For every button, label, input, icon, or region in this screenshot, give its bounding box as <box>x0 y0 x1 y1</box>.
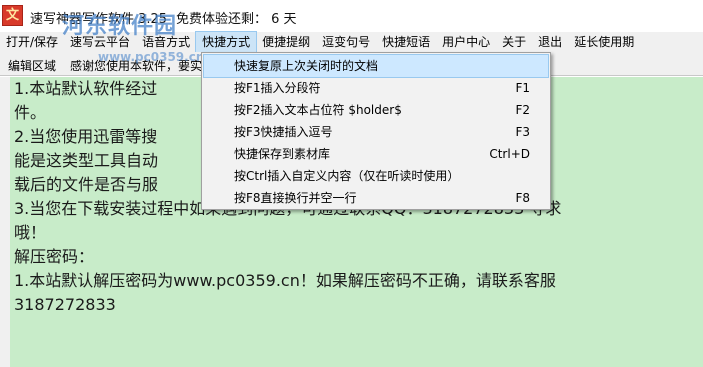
menu-user-center[interactable]: 用户中心 <box>436 32 496 52</box>
menuitem-restore-last-document[interactable]: 快速复原上次关闭时的文档 <box>203 54 549 78</box>
menu-about[interactable]: 关于 <box>496 32 532 52</box>
menuitem-insert-comma-f3[interactable]: 按F3快捷插入逗号 F3 <box>202 121 550 143</box>
menu-comma-to-period[interactable]: 逗变句号 <box>316 32 376 52</box>
shortcuts-dropdown-menu: 快速复原上次关闭时的文档 按F1插入分段符 F1 按F2插入文本占位符 $hol… <box>201 52 551 210</box>
editor-line: 3187272833 <box>14 295 116 314</box>
editor-line: 1.本站默认解压密码为www.pc0359.cn！如果解压密码不正确，请联系客服 <box>14 271 556 290</box>
menuitem-label: 按F1插入分段符 <box>234 81 321 95</box>
menuitem-label: 按F8直接换行并空一行 <box>234 191 357 205</box>
title-bar: 文 速写神器写作软件 3.25 免费体验还剩： 6 天 河东软件园 <box>0 0 703 39</box>
trial-remaining-text: 免费体验还剩： 6 天 <box>176 12 297 27</box>
menuitem-newline-blank-f8[interactable]: 按F8直接换行并空一行 F8 <box>202 187 550 209</box>
editor-line: 解压密码： <box>14 247 95 266</box>
menuitem-label: 按F2插入文本占位符 $holder$ <box>234 103 402 117</box>
app-logo-icon: 文 <box>2 5 23 26</box>
menuitem-label: 按Ctrl插入自定义内容（仅在听读时使用） <box>234 169 460 183</box>
menuitem-shortcut: F1 <box>515 81 530 95</box>
menuitem-insert-placeholder-f2[interactable]: 按F2插入文本占位符 $holder$ F2 <box>202 99 550 121</box>
menu-quick-phrases[interactable]: 快捷短语 <box>376 32 436 52</box>
menuitem-label: 快速复原上次关闭时的文档 <box>234 59 379 73</box>
edit-area-tab[interactable]: 编辑区域 <box>8 57 56 74</box>
window-title: 速写神器写作软件 3.25 <box>30 12 168 27</box>
menu-bar: 打开/保存 速写云平台 语音方式 快捷方式 便捷提纲 逗变句号 快捷短语 用户中… <box>0 31 703 53</box>
menu-exit[interactable]: 退出 <box>532 32 568 52</box>
menu-extend-trial[interactable]: 延长使用期 <box>568 32 640 52</box>
menu-open-save[interactable]: 打开/保存 <box>0 32 64 52</box>
menuitem-shortcut: F3 <box>515 125 530 139</box>
menuitem-insert-custom-ctrl[interactable]: 按Ctrl插入自定义内容（仅在听读时使用） <box>202 165 550 187</box>
menuitem-save-to-library[interactable]: 快捷保存到素材库 Ctrl+D <box>202 143 550 165</box>
menuitem-shortcut: Ctrl+D <box>489 147 530 161</box>
menuitem-label: 快捷保存到素材库 <box>234 147 331 161</box>
menuitem-insert-paragraph-f1[interactable]: 按F1插入分段符 F1 <box>202 77 550 99</box>
menuitem-label: 按F3快捷插入逗号 <box>234 125 333 139</box>
editor-gutter <box>0 77 10 367</box>
menu-cloud-platform[interactable]: 速写云平台 <box>64 32 136 52</box>
menuitem-shortcut: F8 <box>515 191 530 205</box>
editor-line: 哦！ <box>14 223 47 242</box>
menu-voice-mode[interactable]: 语音方式 <box>136 32 196 52</box>
menuitem-shortcut: F2 <box>515 103 530 117</box>
menu-shortcuts[interactable]: 快捷方式 <box>195 31 258 53</box>
menu-outline[interactable]: 便捷提纲 <box>256 32 316 52</box>
